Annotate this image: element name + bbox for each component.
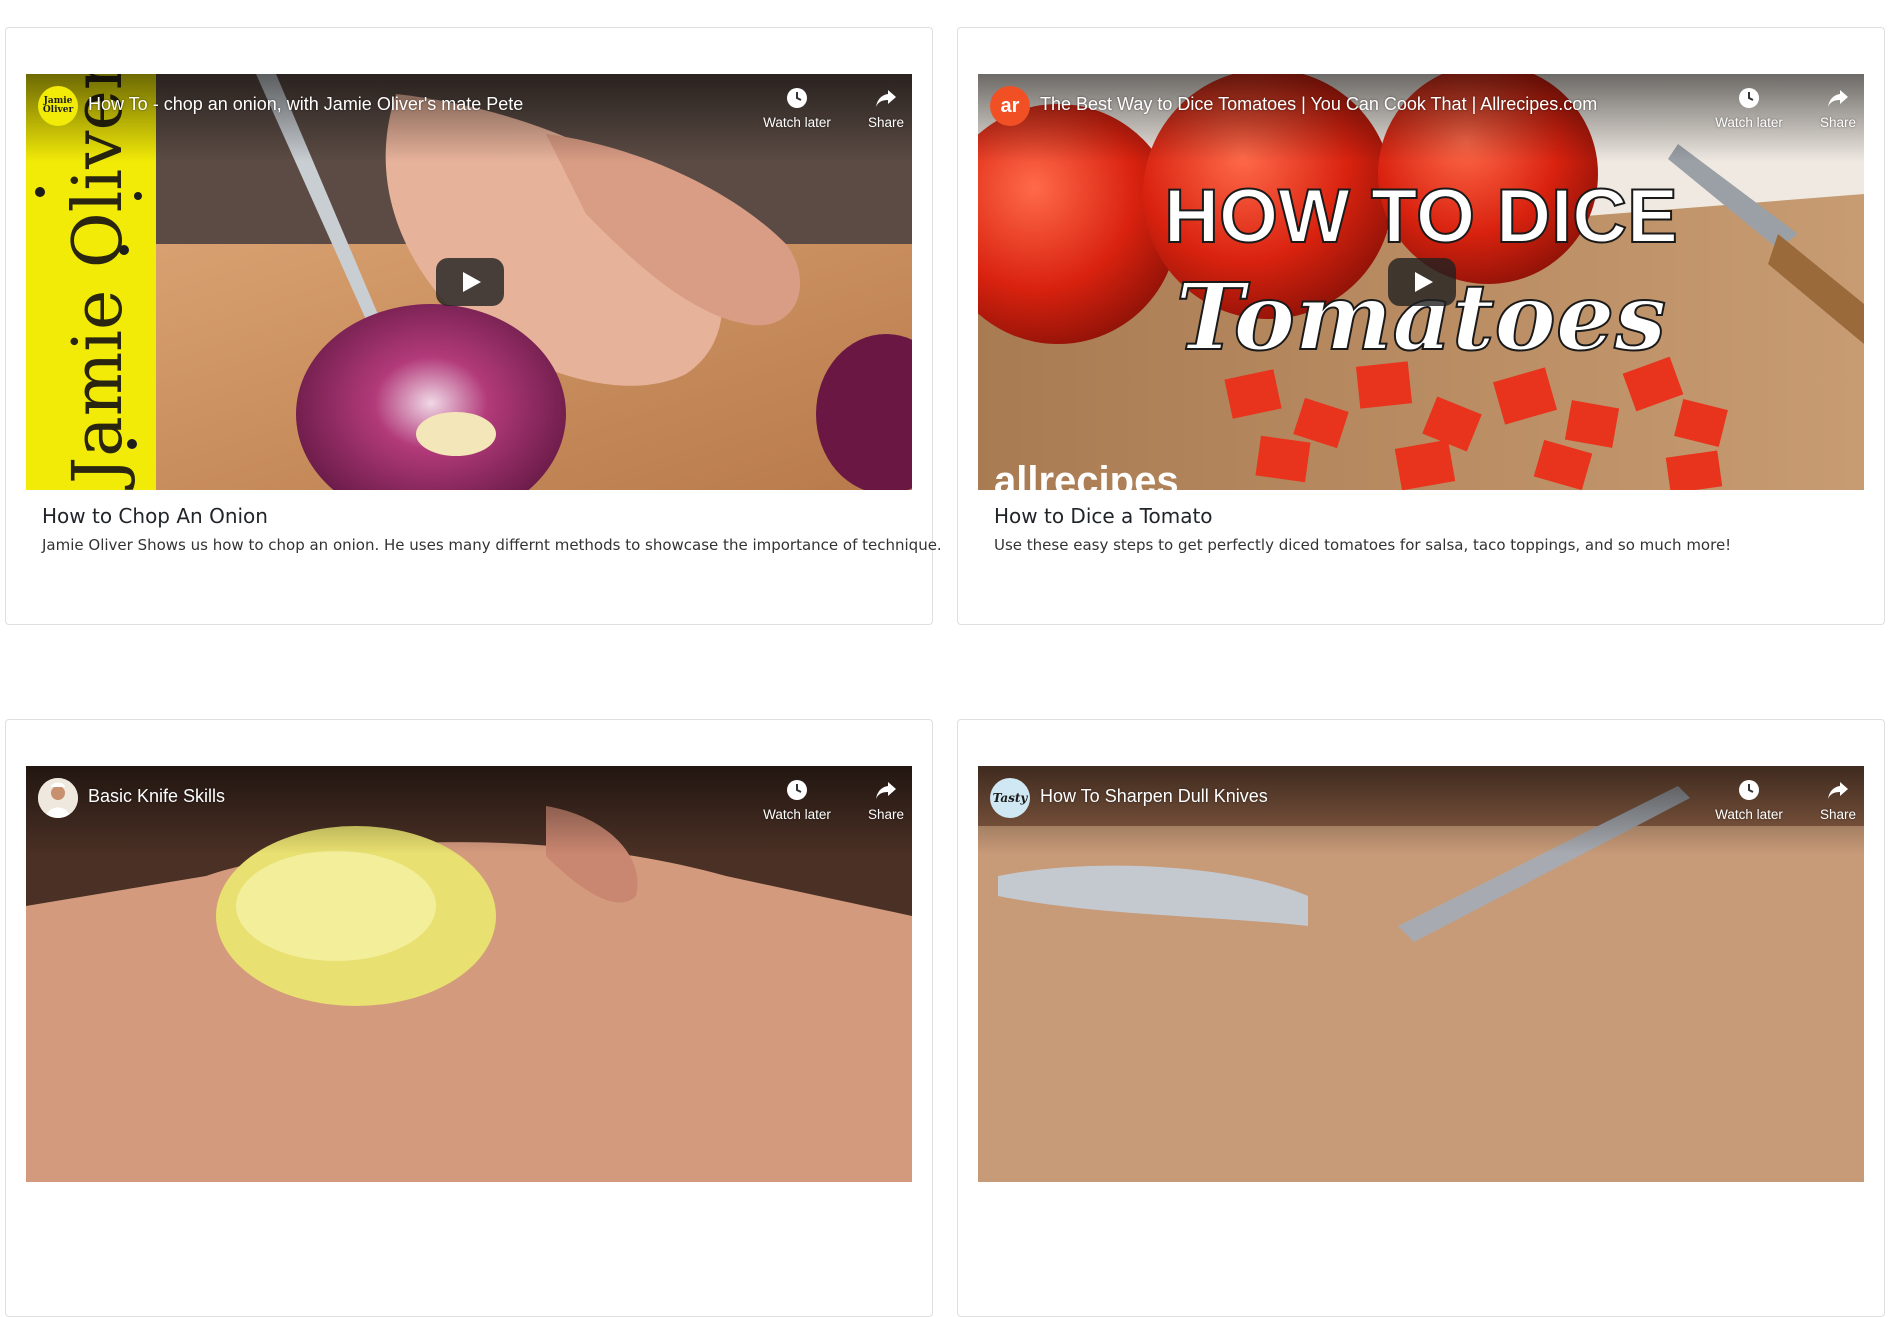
share-button[interactable]: Share [852, 86, 912, 130]
video-player[interactable]: Tasty How To Sharpen Dull Knives Watch l… [978, 766, 1864, 1182]
card-description: Jamie Oliver Shows us how to chop an oni… [42, 536, 942, 554]
channel-avatar[interactable]: ar [990, 86, 1030, 126]
watch-later-label: Watch later [1715, 807, 1783, 822]
clock-icon [787, 780, 807, 800]
watch-later-button[interactable]: Watch later [1709, 86, 1789, 130]
clock-icon [787, 88, 807, 108]
share-button[interactable]: Share [1804, 778, 1864, 822]
player-title[interactable]: Basic Knife Skills [88, 786, 225, 807]
share-icon [1828, 782, 1848, 799]
player-title[interactable]: The Best Way to Dice Tomatoes | You Can … [1040, 94, 1597, 115]
share-icon [1828, 90, 1848, 107]
share-icon [876, 782, 896, 799]
chef-avatar-icon [38, 778, 78, 818]
card-description: Use these easy steps to get perfectly di… [994, 536, 1732, 554]
video-player[interactable]: Jamie Oliver Jamie Oliver How To - chop a… [26, 74, 912, 490]
watch-later-button[interactable]: Watch later [1709, 778, 1789, 822]
player-title[interactable]: How To Sharpen Dull Knives [1040, 786, 1268, 807]
share-button[interactable]: Share [1804, 86, 1864, 130]
share-label: Share [1819, 115, 1857, 130]
video-card-knife-skills: Basic Knife Skills Watch later Share [5, 719, 933, 1317]
video-card-sharpen: Tasty How To Sharpen Dull Knives Watch l… [957, 719, 1885, 1317]
share-label: Share [1819, 807, 1857, 822]
clock-icon [1739, 780, 1759, 800]
share-label: Share [867, 115, 905, 130]
player-title[interactable]: How To - chop an onion, with Jamie Olive… [88, 94, 523, 115]
channel-avatar[interactable] [38, 778, 78, 818]
channel-avatar[interactable]: Tasty [990, 778, 1030, 818]
share-icon [876, 90, 896, 107]
play-button-icon[interactable] [436, 258, 504, 306]
video-player[interactable]: HOW TO DICE Tomatoes allrecipes ar The B… [978, 74, 1864, 490]
share-label: Share [867, 807, 905, 822]
share-button[interactable]: Share [852, 778, 912, 822]
card-title: How to Chop An Onion [42, 504, 268, 528]
video-player[interactable]: Basic Knife Skills Watch later Share [26, 766, 912, 1182]
video-card-onion: Jamie Oliver Jamie Oliver How To - chop a… [5, 27, 942, 625]
watch-later-label: Watch later [763, 115, 831, 130]
channel-avatar[interactable]: Jamie Oliver [38, 86, 78, 126]
play-button-icon[interactable] [1388, 258, 1456, 306]
watch-later-button[interactable]: Watch later [757, 778, 837, 822]
video-card-tomato: HOW TO DICE Tomatoes allrecipes ar The B… [957, 27, 1885, 625]
watch-later-label: Watch later [763, 807, 831, 822]
thumbnail-headline: HOW TO DICE [1164, 174, 1678, 259]
watch-later-label: Watch later [1715, 115, 1783, 130]
watch-later-button[interactable]: Watch later [757, 86, 837, 130]
thumbnail-brand-text: allrecipes [994, 459, 1179, 490]
clock-icon [1739, 88, 1759, 108]
card-title: How to Dice a Tomato [994, 504, 1213, 528]
